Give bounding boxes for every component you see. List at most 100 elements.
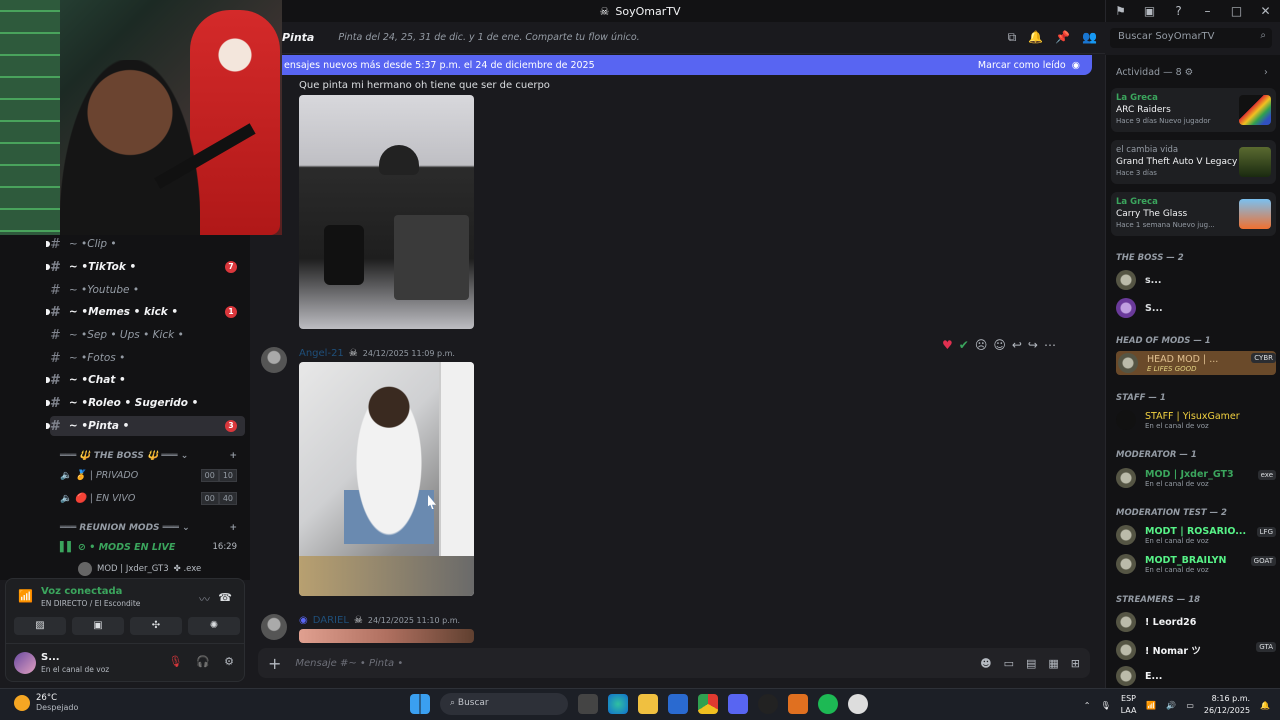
more-icon[interactable]: ⋯ [1044, 338, 1056, 352]
screen-icon[interactable]: ▣ [1135, 4, 1164, 18]
member-item[interactable]: s... [1116, 270, 1276, 290]
activity-card[interactable]: el cambia vida Grand Theft Auto V Legacy… [1111, 140, 1276, 184]
voice-channel-mods-live[interactable]: ▌▌ ⊘ • MODS EN LIVE 16:29 [60, 538, 245, 556]
explorer-icon[interactable] [638, 694, 658, 714]
notification-icon[interactable]: 🔔 [1260, 701, 1270, 710]
channel-label: Roleo • Sugerido [88, 397, 188, 409]
inbox-icon[interactable]: ⚑ [1106, 4, 1135, 18]
discord-icon[interactable] [728, 694, 748, 714]
chrome-icon[interactable] [698, 694, 718, 714]
reply-icon[interactable]: ↩ [1012, 338, 1022, 352]
spotify-icon[interactable] [818, 694, 838, 714]
member-item[interactable]: HEAD MOD | ... E LIFES GOOD CYBR [1116, 351, 1276, 375]
gif-icon[interactable]: ▭ [1004, 657, 1014, 670]
close-button[interactable]: ✕ [1251, 4, 1280, 18]
settings-icon[interactable]: ⚙ [224, 655, 234, 668]
channel-sep-ups[interactable]: # ~ • Sep • Ups • Kick • [50, 325, 245, 345]
screen-share-button[interactable]: ▣ [72, 617, 124, 635]
windows-start-icon[interactable] [410, 694, 430, 714]
noise-icon[interactable]: 〰 [199, 591, 210, 607]
voice-channel-en-vivo[interactable]: 🔈 🔴 | EN VIVO 00 40 [60, 489, 245, 507]
wifi-icon[interactable]: 📶 [1146, 701, 1156, 710]
voice-channel-privado[interactable]: 🔈 🏅 | PRIVADO 00 10 [60, 466, 245, 484]
avatar[interactable] [261, 614, 287, 640]
search-input[interactable]: Buscar SoyOmarTV ⌕ [1110, 28, 1272, 48]
add-reaction-icon[interactable]: ☺ [993, 338, 1006, 352]
message-composer[interactable]: + Mensaje #~ • Pinta • ☻ ▭ ▤ ▦ ⊞ [258, 648, 1090, 678]
mark-read-button[interactable]: Marcar como leído [978, 60, 1066, 71]
voice-user[interactable]: MOD | Jxder_GT3 ✤ .exe [78, 562, 201, 576]
upload-icon[interactable]: + [268, 654, 281, 673]
activity-card[interactable]: La Greca Carry The Glass Hace 1 semana N… [1111, 192, 1276, 236]
plus-icon[interactable]: + [229, 523, 237, 533]
maximize-button[interactable]: □ [1222, 4, 1251, 18]
channel-chat[interactable]: # ~ • Chat • [46, 370, 245, 390]
member-item[interactable]: S... [1116, 298, 1276, 318]
store-icon[interactable] [668, 694, 688, 714]
member-item[interactable]: MODT_BRAILYN En el canal de voz GOAT [1116, 554, 1276, 574]
sad-icon[interactable]: ☹ [975, 338, 988, 352]
category-the-boss[interactable]: ═══ 🔱 THE BOSS 🔱 ═══ ⌄ + [60, 451, 245, 461]
app-icon[interactable]: ☻ [980, 657, 991, 670]
language-indicator[interactable]: ESP LAA [1121, 693, 1137, 717]
member-item[interactable]: ! Leord26 [1116, 612, 1276, 632]
volume-icon[interactable]: 🔊 [1166, 701, 1176, 710]
forward-icon[interactable]: ↪ [1028, 338, 1038, 352]
edge-icon[interactable] [608, 694, 628, 714]
signal-icon[interactable]: 📶 [18, 589, 33, 603]
sticker-icon[interactable]: ▤ [1026, 657, 1036, 670]
channel-roleo[interactable]: # ~ • Roleo • Sugerido • [46, 393, 245, 413]
category-reunion-mods[interactable]: ═══ REUNION MODS ═══ ⌄ + [60, 523, 245, 533]
emoji-icon[interactable]: ⊞ [1071, 657, 1080, 670]
threads-icon[interactable]: ⧉ [1008, 30, 1017, 45]
check-icon[interactable]: ✔ [959, 338, 969, 352]
weather-widget[interactable]: 26°C Despejado [14, 693, 78, 712]
avatar[interactable] [14, 652, 36, 674]
task-view-icon[interactable] [578, 694, 598, 714]
image-icon[interactable]: ▦ [1048, 657, 1058, 670]
channel-clip[interactable]: # ~ • Clip • [46, 234, 245, 254]
help-icon[interactable]: ? [1164, 4, 1193, 18]
channel-pinta[interactable]: # ~ • Pinta • 3 [46, 416, 245, 436]
deafen-icon[interactable]: 🎧 [196, 655, 210, 668]
member-item[interactable]: STAFF | YisuxGamer En el canal de voz [1116, 410, 1276, 430]
activities-button[interactable]: ✣ [130, 617, 182, 635]
avatar [1116, 640, 1136, 660]
photo-image[interactable] [299, 362, 474, 596]
pin-icon[interactable]: 📌 [1055, 30, 1070, 45]
chevron-up-icon[interactable]: ⌃ [1084, 701, 1091, 710]
author-name[interactable]: DARIEL [313, 615, 349, 626]
soundboard-button[interactable]: ✺ [188, 617, 240, 635]
new-messages-bar[interactable]: ensajes nuevos más desde 5:37 p.m. el 24… [282, 55, 1092, 75]
member-item[interactable]: E... [1116, 666, 1276, 686]
clock[interactable]: 8:16 p.m. 26/12/2025 [1204, 693, 1250, 717]
member-item[interactable]: MOD | Jxder_GT3 En el canal de voz exe [1116, 468, 1276, 488]
camera-button[interactable]: ▨ [14, 617, 66, 635]
app-icon[interactable] [788, 694, 808, 714]
member-item[interactable]: MODT | ROSARIO... En el canal de voz LFG [1116, 525, 1276, 545]
mute-icon[interactable]: 🎙 [168, 655, 182, 668]
activity-header[interactable]: Actividad — 8 ⚙ › [1116, 67, 1268, 78]
bell-icon[interactable]: 🔔 [1028, 30, 1043, 45]
channel-memes[interactable]: # ~ • Memes • kick • 1 [46, 302, 245, 322]
app-icon[interactable] [848, 694, 868, 714]
taskbar-search[interactable]: ⌕ Buscar [440, 693, 568, 715]
chevron-right-icon[interactable]: › [1264, 67, 1268, 78]
channel-tiktok[interactable]: # ~ • TikTok • 7 [46, 257, 245, 277]
author-name[interactable]: Angel-21 [299, 348, 344, 359]
minimize-button[interactable]: – [1193, 4, 1222, 18]
avatar[interactable] [261, 347, 287, 373]
plus-icon[interactable]: + [229, 451, 237, 461]
member-item[interactable]: ! Nomar ツ GTA [1116, 640, 1276, 660]
obs-icon[interactable] [758, 694, 778, 714]
members-icon[interactable]: 👥 [1082, 30, 1097, 45]
channel-youtube[interactable]: # ~ • Youtube • [50, 280, 245, 300]
disconnect-icon[interactable]: ☎ [218, 591, 232, 604]
partial-image[interactable] [299, 629, 474, 643]
heart-icon[interactable]: ♥ [942, 338, 953, 352]
mic-icon[interactable]: 🎙 [1100, 701, 1110, 710]
channel-fotos[interactable]: # ~ • Fotos • [50, 348, 245, 368]
activity-card[interactable]: La Greca ARC Raiders Hace 9 días Nuevo j… [1111, 88, 1276, 132]
outfit-image[interactable] [299, 95, 474, 329]
battery-icon[interactable]: ▭ [1186, 701, 1194, 710]
